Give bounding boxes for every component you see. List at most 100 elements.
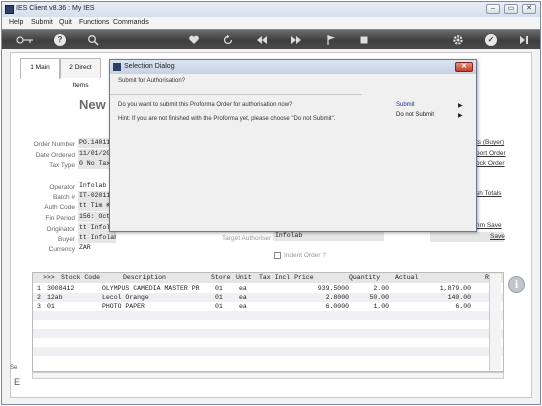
- grid-horizontal-scrollbar[interactable]: [32, 372, 504, 379]
- app-icon: [5, 5, 14, 14]
- interim-save-link[interactable]: rim Save: [476, 222, 502, 229]
- table-row[interactable]: [33, 356, 503, 365]
- table-row[interactable]: 2 12ab Lecol Orange 01 ea 2.8000 50.00 1…: [33, 293, 503, 302]
- menu-help[interactable]: Help: [9, 19, 23, 26]
- col-header-store[interactable]: Store: [211, 273, 231, 283]
- refresh-icon[interactable]: [222, 34, 234, 46]
- key-icon[interactable]: [16, 34, 34, 46]
- indent-order-checkbox[interactable]: Indent Order ?: [274, 252, 326, 259]
- stop-icon[interactable]: [358, 34, 370, 46]
- dialog-title-bar: Selection Dialog ✕: [110, 60, 476, 74]
- menu-functions[interactable]: Functions: [79, 19, 109, 26]
- buyer-field[interactable]: tt Infolab: [78, 233, 116, 243]
- gear-icon[interactable]: [452, 34, 464, 46]
- end-icon[interactable]: [518, 34, 530, 46]
- check-icon[interactable]: ✓: [485, 34, 497, 46]
- target-authoriser-field[interactable]: Infolab: [273, 231, 384, 241]
- menu-bar: Help Submit Quit Functions Commands: [2, 17, 540, 28]
- col-header-select[interactable]: >>>: [43, 273, 55, 283]
- unit: ea: [239, 303, 247, 310]
- table-row[interactable]: [33, 338, 503, 347]
- actual: 140.00: [447, 294, 471, 301]
- currency-label: Currency: [48, 246, 75, 253]
- menu-quit[interactable]: Quit: [59, 19, 72, 26]
- selection-dialog: Selection Dialog ✕ Submit for Authorisat…: [109, 59, 477, 232]
- maximize-button[interactable]: ▭: [504, 4, 518, 14]
- col-header-description[interactable]: Description: [123, 273, 166, 283]
- unit: ea: [239, 294, 247, 301]
- fin-period-label: Fin Period: [45, 215, 75, 222]
- block-order-link[interactable]: ock Order: [476, 160, 505, 167]
- chevron-right-icon: ▶: [458, 103, 463, 109]
- window-title: IES Client v8.36 : My IES: [16, 5, 95, 12]
- store: 01: [215, 303, 223, 310]
- description: PHOTO PAPER: [102, 303, 145, 310]
- fast-forward-icon[interactable]: [290, 34, 302, 46]
- flag-icon[interactable]: [325, 34, 337, 46]
- batch-label: Batch #: [52, 194, 75, 201]
- row-number: 3: [37, 303, 41, 310]
- report-order-link[interactable]: port Order: [476, 150, 506, 157]
- tab-direct-items[interactable]: 2 Direct Items: [60, 58, 101, 89]
- originator-label: Originator: [46, 226, 75, 233]
- operator-label: Operator: [49, 184, 75, 191]
- quantity: 1.00: [373, 303, 389, 310]
- footer-icon: E: [14, 377, 21, 387]
- table-row[interactable]: 3 01 PHOTO PAPER 01 ea 6.0000 1.00 6.00 …: [33, 302, 503, 311]
- info-icon[interactable]: i: [508, 276, 525, 293]
- dialog-hint: Hint: If you are not finished with the P…: [118, 116, 336, 122]
- heart-icon[interactable]: [188, 34, 200, 46]
- col-header-actual[interactable]: Actual: [395, 273, 418, 283]
- rewind-icon[interactable]: [256, 34, 268, 46]
- description: OLYMPUS CAMEDIA MASTER PR: [102, 285, 200, 292]
- page-title: New: [79, 97, 106, 112]
- submit-option[interactable]: Submit: [396, 102, 415, 108]
- stock-code: 01: [47, 303, 55, 310]
- menu-commands[interactable]: Commands: [113, 19, 149, 26]
- title-bar: IES Client v8.36 : My IES – ▭ ✕: [2, 2, 540, 17]
- table-row[interactable]: [33, 320, 503, 329]
- minimize-button[interactable]: –: [486, 4, 500, 14]
- buyer-link[interactable]: ts (Buyer): [476, 139, 504, 146]
- table-row[interactable]: [33, 311, 503, 320]
- tax-type-label: Tax Type: [49, 162, 75, 169]
- tab-main[interactable]: 1 Main: [20, 58, 60, 79]
- items-grid: >>> Stock Code Description Store Unit Ta…: [32, 272, 504, 372]
- table-row[interactable]: 1 3008412 OLYMPUS CAMEDIA MASTER PR 01 e…: [33, 284, 503, 293]
- save-button[interactable]: Save: [430, 232, 505, 242]
- toolbar: ? ✓: [2, 29, 540, 49]
- checkbox-box: [274, 252, 281, 259]
- price: 2.8000: [325, 294, 349, 301]
- table-row[interactable]: [33, 329, 503, 338]
- col-header-price[interactable]: Tax Incl Price: [259, 273, 314, 283]
- grid-header: >>> Stock Code Description Store Unit Ta…: [33, 273, 503, 283]
- price: 939.5000: [317, 285, 349, 292]
- dialog-close-button[interactable]: ✕: [455, 62, 473, 72]
- table-row[interactable]: [33, 347, 503, 356]
- auth-code-label: Auth Code: [44, 204, 75, 211]
- actual: 1,879.00: [439, 285, 471, 292]
- col-header-unit[interactable]: Unit: [236, 273, 252, 283]
- price: 6.0000: [325, 303, 349, 310]
- dialog-app-icon: [113, 63, 121, 71]
- row-number: 2: [37, 294, 41, 301]
- store: 01: [215, 294, 223, 301]
- quantity: 2.00: [373, 285, 389, 292]
- dialog-title: Selection Dialog: [124, 63, 175, 70]
- dialog-question: Do you want to submit this Proforma Orde…: [118, 102, 293, 108]
- help-icon[interactable]: ?: [54, 34, 66, 46]
- order-number-label: Order Number: [33, 141, 75, 148]
- row-number: 1: [37, 285, 41, 292]
- stock-code: 12ab: [47, 294, 63, 301]
- col-header-quantity[interactable]: Quantity: [349, 273, 380, 283]
- grid-vertical-scrollbar[interactable]: [489, 274, 501, 370]
- indent-order-label: Indent Order ?: [284, 252, 326, 260]
- col-header-stock-code[interactable]: Stock Code: [61, 273, 100, 283]
- close-button[interactable]: ✕: [522, 4, 536, 14]
- currency-value: ZAR: [79, 244, 91, 251]
- refresh-totals-link[interactable]: sh Totals: [476, 190, 502, 197]
- menu-submit[interactable]: Submit: [31, 19, 53, 26]
- do-not-submit-option[interactable]: Do not Submit: [396, 112, 434, 118]
- search-icon[interactable]: [87, 34, 99, 46]
- quantity: 50.00: [369, 294, 389, 301]
